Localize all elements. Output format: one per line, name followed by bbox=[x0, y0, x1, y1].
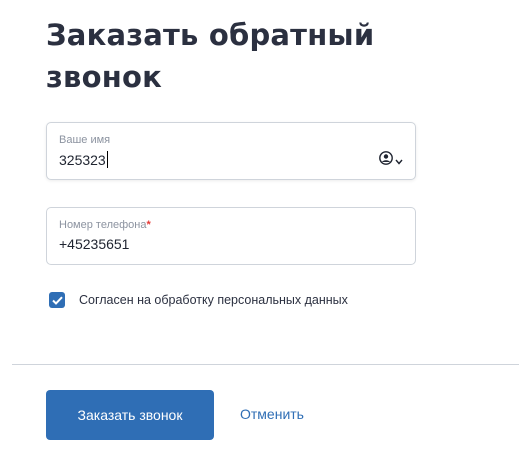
required-mark: * bbox=[146, 219, 151, 231]
text-caret bbox=[106, 151, 109, 168]
phone-field-value[interactable]: +45235651 bbox=[59, 236, 129, 252]
contact-autofill-button[interactable] bbox=[379, 151, 403, 170]
name-field[interactable]: Ваше имя 325323 bbox=[46, 122, 416, 180]
cancel-link[interactable]: Отменить bbox=[240, 406, 304, 422]
phone-field[interactable]: Номер телефона* +45235651 bbox=[46, 207, 416, 265]
checkmark-icon bbox=[51, 296, 63, 305]
contact-autofill-icon bbox=[379, 151, 393, 170]
phone-field-value-row[interactable]: +45235651 bbox=[59, 236, 129, 252]
consent-label: Согласен на обработку персональных данны… bbox=[79, 293, 348, 307]
divider bbox=[12, 364, 519, 365]
form-title: Заказать обратный звонок bbox=[46, 18, 375, 94]
name-field-label: Ваше имя bbox=[59, 134, 111, 146]
consent-checkbox-row[interactable]: Согласен на обработку персональных данны… bbox=[49, 292, 348, 308]
phone-field-label: Номер телефона* bbox=[59, 219, 151, 231]
name-field-value-row[interactable]: 325323 bbox=[59, 151, 109, 168]
submit-button[interactable]: Заказать звонок bbox=[46, 390, 214, 440]
chevron-down-icon bbox=[395, 152, 403, 170]
name-field-value[interactable]: 325323 bbox=[59, 152, 106, 168]
phone-field-label-text: Номер телефона bbox=[59, 219, 147, 231]
consent-checkbox[interactable] bbox=[49, 292, 65, 308]
